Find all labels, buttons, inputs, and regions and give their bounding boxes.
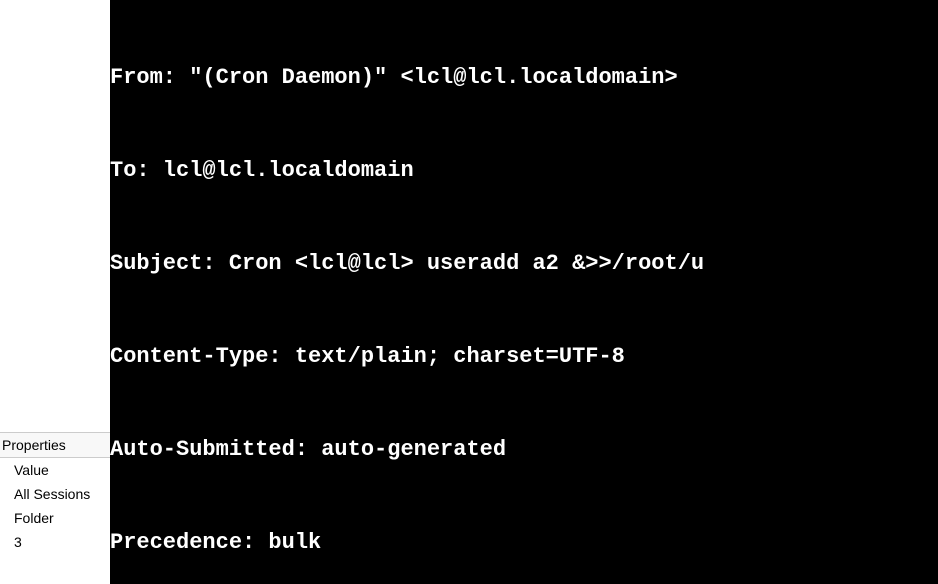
properties-panel: Properties Value All Sessions Folder 3 bbox=[0, 432, 110, 554]
terminal-line: Auto-Submitted: auto-generated bbox=[110, 434, 938, 465]
terminal-line: Precedence: bulk bbox=[110, 527, 938, 558]
terminal-line: Subject: Cron <lcl@lcl> useradd a2 &>>/r… bbox=[110, 248, 938, 279]
properties-item[interactable]: Value bbox=[0, 458, 110, 482]
terminal-pane[interactable]: From: "(Cron Daemon)" <lcl@lcl.localdoma… bbox=[110, 0, 938, 584]
properties-item[interactable]: Folder bbox=[0, 506, 110, 530]
terminal-line: From: "(Cron Daemon)" <lcl@lcl.localdoma… bbox=[110, 62, 938, 93]
properties-header: Properties bbox=[0, 433, 110, 458]
terminal-line: To: lcl@lcl.localdomain bbox=[110, 155, 938, 186]
properties-item[interactable]: 3 bbox=[0, 530, 110, 554]
properties-item[interactable]: All Sessions bbox=[0, 482, 110, 506]
terminal-line: Content-Type: text/plain; charset=UTF-8 bbox=[110, 341, 938, 372]
